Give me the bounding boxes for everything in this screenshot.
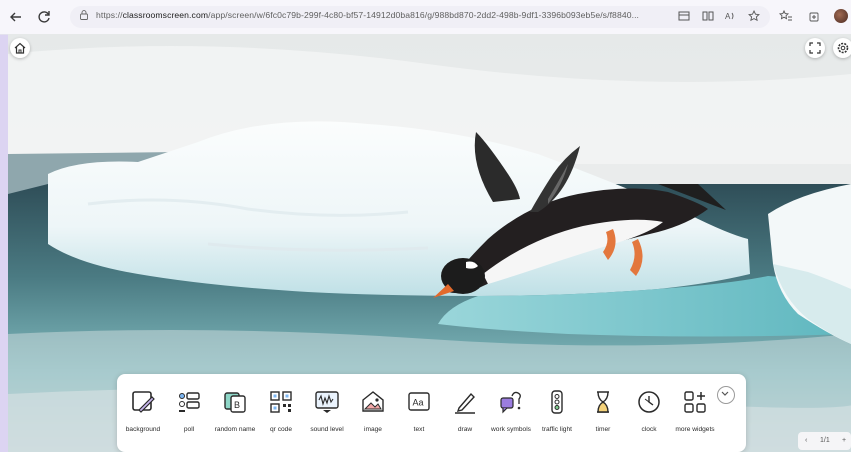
tool-image[interactable]: image xyxy=(350,388,396,435)
tool-label: poll xyxy=(183,426,195,433)
collections-icon[interactable] xyxy=(806,8,822,24)
tool-label: more widgets xyxy=(675,426,715,433)
tool-clock[interactable]: clock xyxy=(626,388,672,435)
tool-work-symbols[interactable]: work symbols xyxy=(488,388,534,435)
fullscreen-button[interactable] xyxy=(805,38,825,58)
read-aloud-icon[interactable]: A xyxy=(722,8,738,24)
settings-button[interactable] xyxy=(833,38,851,58)
random-name-icon: B xyxy=(224,392,246,413)
prev-page-button[interactable]: ‹ xyxy=(805,437,807,444)
favorite-icon[interactable] xyxy=(746,8,762,24)
tool-traffic-light[interactable]: traffic light xyxy=(534,388,580,435)
tab-icon[interactable] xyxy=(676,8,692,24)
text-icon: Aa xyxy=(408,392,430,411)
tool-sound-level[interactable]: sound level xyxy=(304,388,350,435)
url-text: https://classroomscreen.com/app/screen/w… xyxy=(96,10,639,20)
svg-text:Aa: Aa xyxy=(413,398,424,408)
tool-label: sound level xyxy=(310,426,344,433)
tool-more-widgets[interactable]: more widgets xyxy=(672,388,718,435)
home-icon xyxy=(14,42,26,54)
lock-icon[interactable] xyxy=(80,10,88,20)
chevron-down-icon xyxy=(721,391,729,396)
draw-icon xyxy=(455,392,475,414)
timer-icon xyxy=(597,391,609,413)
address-bar[interactable]: https://classroomscreen.com/app/screen/w… xyxy=(70,6,770,28)
tool-label: image xyxy=(364,426,382,433)
back-icon[interactable] xyxy=(6,7,26,27)
clock-icon xyxy=(638,391,660,413)
sound-level-icon xyxy=(315,391,339,413)
tool-random-name[interactable]: B random name xyxy=(212,388,258,435)
traffic-light-icon xyxy=(551,390,563,414)
url-path: /app/screen/w/6fc0c79b-299f-4c80-bf57-14… xyxy=(208,10,640,20)
tool-text[interactable]: Aa text xyxy=(396,388,442,435)
browser-toolbar: https://classroomscreen.com/app/screen/w… xyxy=(0,0,851,35)
profile-avatar[interactable] xyxy=(834,9,848,23)
tool-label: draw xyxy=(457,426,473,433)
url-prefix: https:// xyxy=(96,10,123,20)
add-page-button[interactable]: + xyxy=(842,437,846,444)
tool-poll[interactable]: poll xyxy=(166,388,212,435)
app-window: https://classroomscreen.com/app/screen/w… xyxy=(0,0,851,452)
fullscreen-icon xyxy=(809,42,821,54)
gear-icon xyxy=(837,42,849,54)
page-navigator: ‹ 1/1 + xyxy=(798,432,851,450)
poll-icon xyxy=(179,392,200,412)
url-host: classroomscreen.com xyxy=(122,10,209,20)
refresh-icon[interactable] xyxy=(34,7,54,27)
tool-label: clock xyxy=(641,426,657,433)
home-button[interactable] xyxy=(10,38,30,58)
favorites-icon[interactable] xyxy=(778,8,794,24)
svg-text:A: A xyxy=(725,12,731,21)
page-indicator: 1/1 xyxy=(820,437,830,444)
tool-label: qr code xyxy=(270,426,292,433)
tool-label: work symbols xyxy=(491,426,531,433)
tool-draw[interactable]: draw xyxy=(442,388,488,435)
work-symbols-icon xyxy=(500,391,521,414)
reading-view-icon[interactable] xyxy=(700,8,716,24)
background-icon xyxy=(132,391,155,413)
tool-label: text xyxy=(413,426,425,433)
tool-background[interactable]: background xyxy=(120,388,166,435)
svg-text:B: B xyxy=(234,400,240,410)
qr-code-icon xyxy=(270,391,292,413)
tool-label: random name xyxy=(214,426,256,433)
tool-timer[interactable]: timer xyxy=(580,388,626,435)
tool-qr-code[interactable]: qr code xyxy=(258,388,304,435)
collapse-toolbar-button[interactable] xyxy=(717,386,735,404)
image-icon xyxy=(362,391,384,412)
tool-label: timer xyxy=(595,426,611,433)
widget-toolbar: background poll B random name qr code so… xyxy=(117,374,746,452)
tool-label: background xyxy=(125,426,161,433)
more-widgets-icon xyxy=(684,391,706,413)
tool-label: traffic light xyxy=(542,426,572,433)
